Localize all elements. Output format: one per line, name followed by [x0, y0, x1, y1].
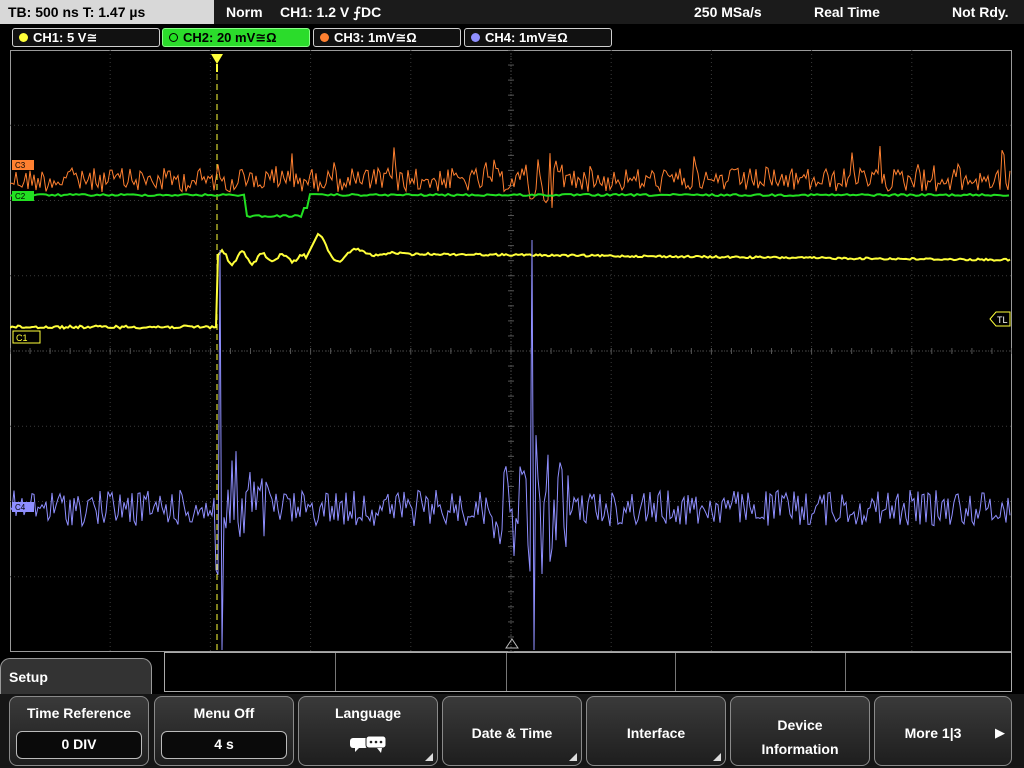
channel-2-offset-marker: C2 — [12, 191, 34, 201]
channel-2-marker-label: C2 — [15, 192, 26, 201]
time-reference-label: Time Reference — [26, 705, 131, 721]
channel-2-label: CH2: 20 mV≅Ω — [183, 30, 277, 45]
channel-2-color-dot — [169, 33, 178, 42]
channel-1-button[interactable]: CH1: 5 V≅ — [12, 28, 160, 47]
channel-3-offset-marker: C3 — [12, 160, 34, 170]
language-label: Language — [334, 705, 402, 721]
interface-softkey[interactable]: Interface — [586, 696, 726, 766]
trigger-status: Not Rdy. — [952, 4, 1009, 20]
channel-3-color-dot — [320, 33, 329, 42]
softkey-panel: Time Reference 0 DIV Menu Off 4 s Langua… — [0, 694, 1024, 768]
more-label: More 1|3 — [904, 725, 962, 741]
more-softkey[interactable]: More 1|3 ▶ — [874, 696, 1012, 766]
speech-bubbles-icon — [350, 735, 387, 753]
waveform-display[interactable]: C3 C2 C4 C1 TL — [10, 50, 1012, 652]
info-strip — [164, 652, 1012, 692]
submenu-indicator-icon — [425, 753, 433, 761]
interface-label: Interface — [626, 725, 686, 741]
channel-4-color-dot — [471, 33, 480, 42]
date-time-softkey[interactable]: Date & Time — [442, 696, 582, 766]
setup-menu-title: Setup — [9, 669, 48, 685]
trigger-info[interactable]: CH1: 1.2 V ⨍DC — [280, 0, 381, 24]
language-softkey[interactable]: Language — [298, 696, 438, 766]
channel-4-label: CH4: 1mV≅Ω — [485, 30, 568, 45]
acquisition-mode[interactable]: Real Time — [814, 0, 880, 24]
channel-1-offset-marker: C1 — [12, 330, 41, 344]
channel-4-button[interactable]: CH4: 1mV≅Ω — [464, 28, 612, 47]
time-reference-softkey[interactable]: Time Reference 0 DIV — [9, 696, 149, 766]
channel-1-marker-label: C1 — [16, 333, 28, 343]
status-bar: TB: 500 ns T: 1.47 µs Norm CH1: 1.2 V ⨍D… — [0, 0, 1024, 24]
date-time-label: Date & Time — [471, 725, 553, 741]
timebase-readout[interactable]: TB: 500 ns T: 1.47 µs — [0, 0, 214, 24]
setup-menu-tab[interactable]: Setup — [0, 658, 152, 698]
channel-4-marker-label: C4 — [15, 503, 26, 512]
channel-3-button[interactable]: CH3: 1mV≅Ω — [313, 28, 461, 47]
menu-off-softkey[interactable]: Menu Off 4 s — [154, 696, 294, 766]
sample-rate: 250 MSa/s — [694, 4, 762, 20]
time-reference-value: 0 DIV — [16, 731, 142, 759]
submenu-indicator-icon — [713, 753, 721, 761]
trigger-level-label: TL — [997, 315, 1008, 325]
trigger-mode[interactable]: Norm — [226, 0, 263, 24]
channel-1-color-dot — [19, 33, 28, 42]
channel-4-offset-marker: C4 — [12, 502, 34, 512]
submenu-indicator-icon — [569, 753, 577, 761]
device-information-softkey[interactable]: Device Information — [730, 696, 870, 766]
device-information-line1: Device — [777, 717, 823, 733]
channel-2-button[interactable]: CH2: 20 mV≅Ω — [162, 28, 310, 47]
channel-3-marker-label: C3 — [15, 161, 26, 170]
channel-3-label: CH3: 1mV≅Ω — [334, 30, 417, 45]
channel-bar: CH1: 5 V≅ CH2: 20 mV≅Ω CH3: 1mV≅Ω CH4: 1… — [0, 25, 1024, 49]
next-page-arrow-icon: ▶ — [995, 725, 1005, 740]
channel-1-label: CH1: 5 V≅ — [33, 30, 98, 45]
menu-off-label: Menu Off — [193, 705, 255, 721]
device-information-line2: Information — [761, 741, 839, 757]
menu-off-value: 4 s — [161, 731, 287, 759]
